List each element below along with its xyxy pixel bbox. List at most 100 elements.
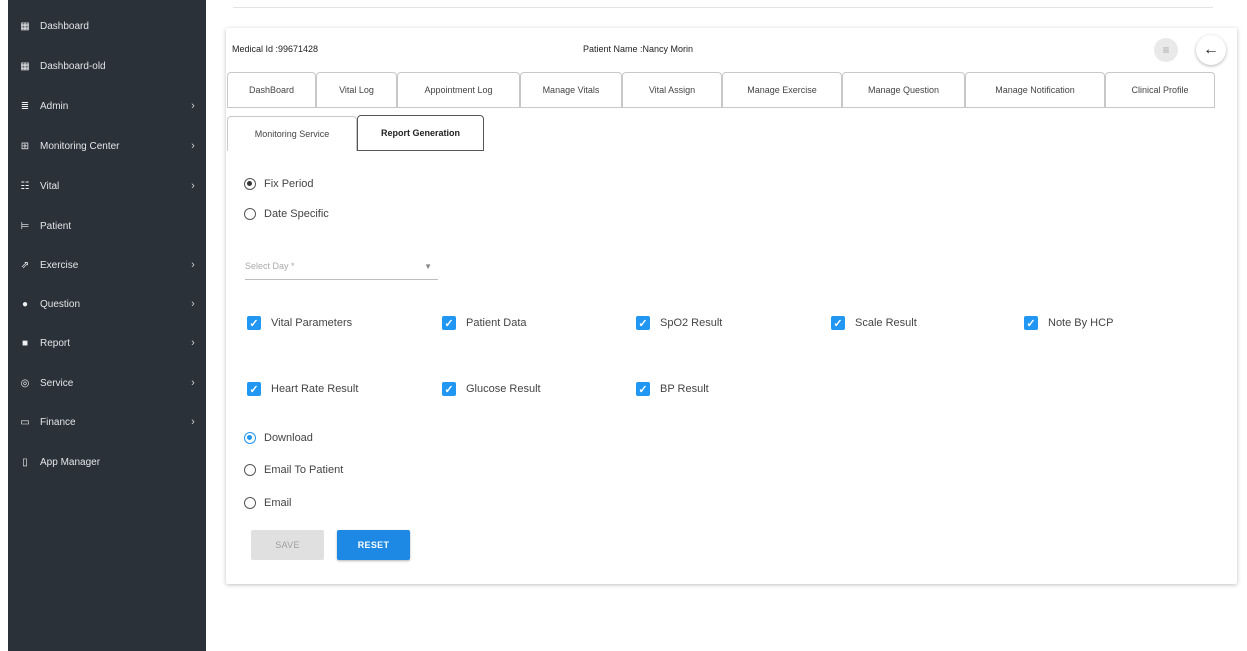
sidebar-item-label: Service (40, 377, 74, 389)
sidebar-item-question[interactable]: ● Question › (8, 292, 206, 316)
medical-id: Medical Id :99671428 (232, 44, 319, 54)
report-icon: ■ (21, 337, 29, 349)
checkbox-checked-icon: ✓ (636, 316, 650, 330)
money-icon: ▭ (20, 416, 30, 428)
radio-label: Date Specific (264, 208, 329, 220)
tab-manage-vitals[interactable]: Manage Vitals (520, 72, 622, 107)
checkbox-checked-icon: ✓ (247, 382, 261, 396)
chevron-right-icon: › (191, 416, 195, 428)
sidebar-item-label: Vital (40, 180, 60, 192)
question-icon: ● (21, 298, 29, 310)
radio-checked-icon (244, 432, 256, 444)
tab-report-generation[interactable]: Report Generation (357, 115, 484, 151)
arrow-left-icon: ← (1203, 41, 1219, 58)
chevron-right-icon: › (191, 377, 195, 389)
patient-name: Patient Name :Nancy Morin (583, 44, 694, 54)
save-button[interactable]: SAVE (251, 530, 324, 560)
sidebar-item-exercise[interactable]: ⇗ Exercise › (8, 253, 206, 277)
radio-email-to-patient[interactable]: Email To Patient (244, 464, 343, 476)
checkbox-label: Patient Data (466, 317, 527, 329)
phone-icon: ▯ (22, 456, 28, 468)
chevron-right-icon: › (191, 298, 195, 310)
radio-label: Email (264, 497, 292, 509)
sidebar-item-label: Dashboard-old (40, 60, 106, 72)
sidebar-item-label: Exercise (40, 259, 79, 271)
sidebar-item-finance[interactable]: ▭ Finance › (8, 410, 206, 434)
bed-icon: ⊨ (20, 220, 30, 232)
filter-button[interactable]: ≡ (1154, 38, 1178, 62)
tab-vital-log[interactable]: Vital Log (316, 72, 397, 107)
sidebar-item-service[interactable]: ◎ Service › (8, 371, 206, 395)
radio-unchecked-icon (244, 464, 256, 476)
people-icon: ☷ (20, 180, 30, 192)
radio-email[interactable]: Email (244, 497, 292, 509)
checkbox-label: BP Result (660, 383, 709, 395)
top-divider (233, 7, 1213, 8)
checkbox-label: Scale Result (855, 317, 917, 329)
reset-button[interactable]: RESET (337, 530, 410, 560)
sidebar: ▦ Dashboard ▦ Dashboard-old ≣ Admin › ⊞ … (8, 0, 206, 651)
checkbox-label: Heart Rate Result (271, 383, 359, 395)
hospital-icon: ⊞ (20, 140, 30, 152)
back-button[interactable]: ← (1196, 35, 1226, 65)
sidebar-item-dashboard[interactable]: ▦ Dashboard (8, 14, 206, 38)
sidebar-item-app-manager[interactable]: ▯ App Manager (8, 450, 206, 474)
tab-manage-exercise[interactable]: Manage Exercise (722, 72, 842, 107)
checkbox-label: Note By HCP (1048, 317, 1114, 329)
radio-fix-period[interactable]: Fix Period (244, 178, 314, 190)
tab-appointment-log[interactable]: Appointment Log (397, 72, 520, 107)
sidebar-item-vital[interactable]: ☷ Vital › (8, 174, 206, 198)
checkbox-patient-data[interactable]: ✓ Patient Data (442, 316, 527, 330)
chevron-right-icon: › (191, 180, 195, 192)
tab-row-divider (227, 107, 1215, 108)
tab-monitoring-service[interactable]: Monitoring Service (227, 116, 357, 151)
report-card: Medical Id :99671428 Patient Name :Nancy… (226, 28, 1237, 584)
sidebar-item-label: App Manager (40, 456, 101, 468)
sidebar-item-label: Dashboard (40, 20, 89, 32)
sidebar-item-label: Patient (40, 220, 72, 232)
checkbox-checked-icon: ✓ (442, 382, 456, 396)
tab-manage-notification[interactable]: Manage Notification (965, 72, 1105, 107)
checkbox-checked-icon: ✓ (1024, 316, 1038, 330)
radio-date-specific[interactable]: Date Specific (244, 208, 329, 220)
checkbox-label: SpO2 Result (660, 317, 723, 329)
checkbox-checked-icon: ✓ (636, 382, 650, 396)
checkbox-label: Vital Parameters (271, 317, 353, 329)
chevron-right-icon: › (191, 337, 195, 349)
chevron-right-icon: › (191, 100, 195, 112)
radio-download[interactable]: Download (244, 432, 313, 444)
sidebar-item-label: Monitoring Center (40, 140, 120, 152)
radio-label: Fix Period (264, 178, 314, 190)
sidebar-item-label: Admin (40, 100, 69, 112)
checkbox-heart-rate-result[interactable]: ✓ Heart Rate Result (247, 382, 358, 396)
checkbox-checked-icon: ✓ (442, 316, 456, 330)
filter-icon: ≡ (1162, 43, 1170, 57)
tab-vital-assign[interactable]: Vital Assign (622, 72, 722, 107)
checkbox-scale-result[interactable]: ✓ Scale Result (831, 316, 917, 330)
checkbox-bp-result[interactable]: ✓ BP Result (636, 382, 709, 396)
select-day-placeholder: Select Day * (245, 261, 295, 271)
tab-dashboard[interactable]: DashBoard (227, 72, 316, 107)
sidebar-item-monitoring-center[interactable]: ⊞ Monitoring Center › (8, 134, 206, 158)
sidebar-item-dashboard-old[interactable]: ▦ Dashboard-old (8, 54, 206, 78)
tab-manage-question[interactable]: Manage Question (842, 72, 965, 107)
tab-clinical-profile[interactable]: Clinical Profile (1105, 72, 1215, 107)
checkbox-note-by-hcp[interactable]: ✓ Note By HCP (1024, 316, 1113, 330)
sidebar-item-label: Finance (40, 416, 76, 428)
chevron-right-icon: › (191, 140, 195, 152)
checkbox-vital-parameters[interactable]: ✓ Vital Parameters (247, 316, 352, 330)
sidebar-item-report[interactable]: ■ Report › (8, 331, 206, 355)
radio-checked-icon (244, 178, 256, 190)
checkbox-spo2-result[interactable]: ✓ SpO2 Result (636, 316, 722, 330)
grid-icon: ▦ (20, 60, 30, 72)
sidebar-item-patient[interactable]: ⊨ Patient (8, 214, 206, 238)
checkbox-glucose-result[interactable]: ✓ Glucose Result (442, 382, 541, 396)
radio-unchecked-icon (244, 208, 256, 220)
sidebar-item-label: Question (40, 298, 81, 310)
chevron-right-icon: › (191, 259, 195, 271)
run-icon: ⇗ (20, 259, 30, 271)
radio-label: Email To Patient (264, 464, 344, 476)
select-day-dropdown[interactable]: Select Day * ▼ (245, 257, 438, 280)
grid-icon: ▦ (20, 20, 30, 32)
sidebar-item-admin[interactable]: ≣ Admin › (8, 94, 206, 118)
